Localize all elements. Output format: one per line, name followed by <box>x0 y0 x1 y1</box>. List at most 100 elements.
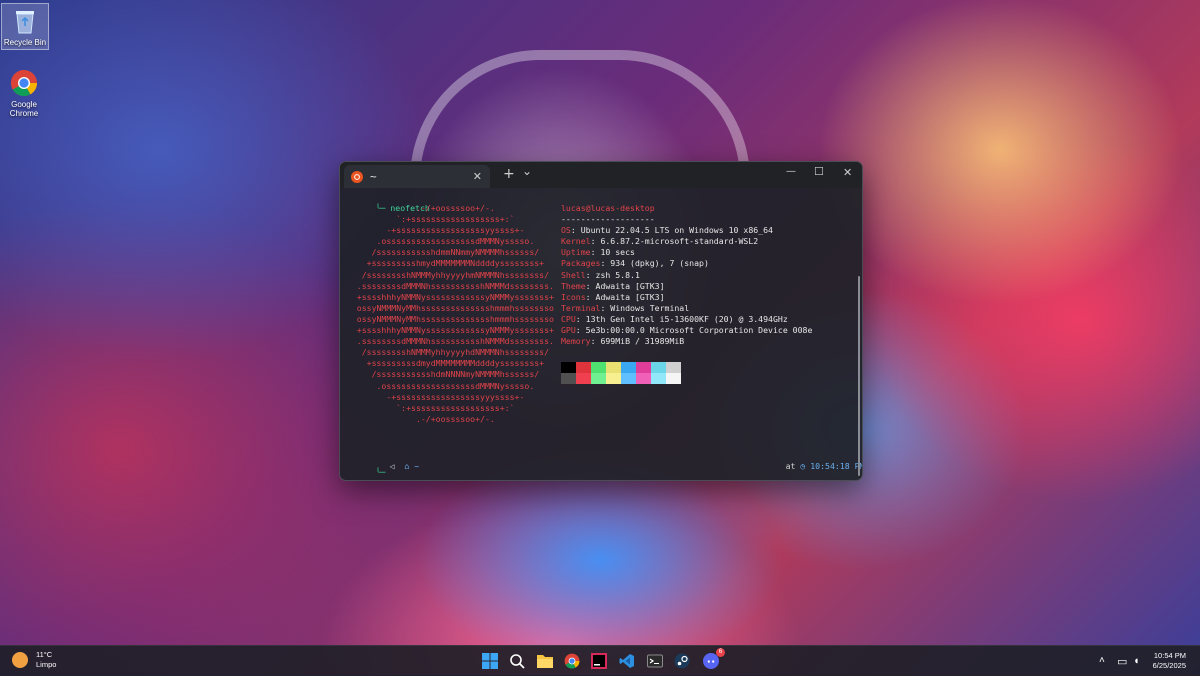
ascii-art-line: `:+ssssssssssssssssss+:` <box>342 402 515 413</box>
ascii-art-line: +sssshhhyNMMNyssssssssssssyNMMMysssssss+ <box>342 291 554 302</box>
info-key: Icons <box>561 291 586 302</box>
weather-widget[interactable]: 11°C Limpo <box>12 650 56 670</box>
vscode-taskbar-button[interactable] <box>618 652 636 670</box>
info-row: Terminal: Windows Terminal <box>561 302 690 313</box>
chrome-taskbar-icon <box>564 653 580 669</box>
color-swatch <box>591 362 606 373</box>
info-key: Theme <box>561 280 586 291</box>
prompt-time: 10:54:18 PM <box>810 461 863 471</box>
info-key: Kernel <box>561 236 591 247</box>
terminal-icon <box>647 654 663 668</box>
tab-close-icon[interactable]: ✕ <box>473 170 482 183</box>
color-swatch <box>621 373 636 384</box>
info-row: Memory: 699MiB / 31989MiB <box>561 336 685 347</box>
color-swatch <box>621 362 636 373</box>
chrome-label: Google Chrome <box>9 100 39 118</box>
system-info: lucas@lucas-desktop ------------------- … <box>561 203 812 347</box>
info-key: OS <box>561 225 571 236</box>
minimize-button[interactable]: — <box>786 166 796 177</box>
info-key: CPU <box>561 313 576 324</box>
volume-icon[interactable]: ◖ <box>1133 655 1140 667</box>
info-row: GPU: 5e3b:00:00.0 Microsoft Corporation … <box>561 325 813 336</box>
color-palette <box>561 362 681 384</box>
desktop-icon-recycle-bin[interactable]: Recycle Bin <box>1 3 49 50</box>
terminal-content[interactable]: ╰─ neofetch .-/+oossssoo+/-. `:+ssssssss… <box>340 188 862 480</box>
chrome-icon <box>9 68 39 98</box>
steam-icon <box>674 653 690 669</box>
ascii-art-line: .ssssssssdMMMNhsssssssssshNMMMdssssssss. <box>342 280 554 291</box>
start-button[interactable] <box>481 652 499 670</box>
recycle-bin-label: Recycle Bin <box>3 38 47 47</box>
ascii-art-line: .ssssssssdMMMNhsssssssssshNMMMdssssssss. <box>342 336 554 347</box>
tray-chevron-icon[interactable]: ˄ <box>1099 655 1105 666</box>
ascii-art-line: /ssssssssssshdmmNNmmyNMMMMhssssss/ <box>342 247 540 258</box>
info-value: 6.6.87.2-microsoft-standard-WSL2 <box>600 236 759 247</box>
search-icon <box>510 654 525 669</box>
ascii-art-line: +ssssssssshmydMMMMMMMNddddyssssssss+ <box>342 258 545 269</box>
ascii-art-line: .ossssssssssssssssssdMMMNysssso. <box>342 236 535 247</box>
separator: ------------------- <box>561 214 655 225</box>
prompt-segment: ◁ ⌂ ~ <box>360 450 420 480</box>
penguin-icon: ◁ <box>389 461 395 471</box>
tab-title: ~ <box>370 170 377 183</box>
prompt-right: at ◷ 10:54:18 PM <box>756 450 863 480</box>
ascii-art-line: /sssssssshNMMMyhhyyyyhdNMMMNhssssssss/ <box>342 347 550 358</box>
search-button[interactable] <box>508 652 526 670</box>
ascii-art-line: /ssssssssssshdmNNNNmyNMMMMhssssss/ <box>342 369 540 380</box>
info-value: 699MiB / 31989MiB <box>600 336 685 347</box>
chrome-taskbar-button[interactable] <box>563 652 581 670</box>
color-swatch <box>606 362 621 373</box>
home-icon: ⌂ <box>404 461 410 471</box>
discord-taskbar-button[interactable]: 6 <box>702 648 725 670</box>
maximize-button[interactable]: ☐ <box>814 165 824 178</box>
info-row: Packages: 934 (dpkg), 7 (snap) <box>561 258 709 269</box>
ascii-art-line: ossyNMMMNyMMhsssssssssssssshmmmhssssssso <box>342 313 554 324</box>
desktop-icon-google-chrome[interactable]: Google Chrome <box>1 66 47 118</box>
info-row: CPU: 13th Gen Intel i5-13600KF (20) @ 3.… <box>561 313 788 324</box>
ascii-art-line: .ossssssssssssssssssdMMMNysssso. <box>342 380 535 391</box>
taskbar-clock[interactable]: 10:54 PM 6/25/2025 <box>1153 651 1186 671</box>
folder-icon <box>537 655 553 668</box>
vscode-icon <box>619 654 634 668</box>
ascii-art-line: .-/+oossssoo+/-. <box>342 203 495 213</box>
terminal-window[interactable]: ~ ✕ + ⌄ — ☐ ✕ ╰─ neofetch .-/+oossssoo+/… <box>339 161 863 481</box>
color-swatch <box>606 373 621 384</box>
ascii-art-line: +sssshhhyNMMNyssssssssssssyNMMMysssssss+ <box>342 325 554 336</box>
new-tab-button[interactable]: + <box>503 166 515 182</box>
terminal-scrollbar[interactable] <box>858 276 860 476</box>
ascii-art-line: ossyNMMMNyMMhsssssssssssssshmmmhssssssso <box>342 302 554 313</box>
info-row: Icons: Adwaita [GTK3] <box>561 291 665 302</box>
info-value: zsh 5.8.1 <box>595 269 640 280</box>
terminal-taskbar-button[interactable] <box>646 652 664 670</box>
ascii-art-line: +sssssssssdmydMMMMMMMMddddyssssssss+ <box>342 358 545 369</box>
ascii-art-line: /sssssssshNMMMyhhyyyyhmNMMMNhssssssss/ <box>342 269 550 280</box>
network-icon[interactable]: ▭ <box>1117 655 1127 668</box>
tab-dropdown-button[interactable]: ⌄ <box>522 164 532 178</box>
info-value: 10 secs <box>600 247 635 258</box>
terminal-tab[interactable]: ~ ✕ <box>344 165 490 188</box>
terminal-titlebar[interactable]: ~ ✕ + ⌄ — ☐ ✕ <box>340 162 862 188</box>
windows-icon <box>482 653 498 669</box>
user-host: lucas@lucas-desktop <box>561 203 655 213</box>
close-button[interactable]: ✕ <box>843 166 852 179</box>
jetbrains-icon <box>591 653 607 669</box>
steam-taskbar-button[interactable] <box>673 652 691 670</box>
info-key: Memory <box>561 336 591 347</box>
clock-time: 10:54 PM <box>1153 651 1186 660</box>
info-key: Shell <box>561 269 586 280</box>
ascii-art-line: .-/+oossssoo+/-. <box>342 413 495 424</box>
color-swatch <box>651 362 666 373</box>
weather-temp: 11°C <box>36 650 53 659</box>
color-swatch <box>636 373 651 384</box>
info-key: GPU <box>561 325 576 336</box>
info-key: Terminal <box>561 302 601 313</box>
ascii-art-line: `:+ssssssssssssssssss+:` <box>342 214 515 225</box>
info-value: 13th Gen Intel i5-13600KF (20) @ 3.494GH… <box>585 313 788 324</box>
jetbrains-taskbar-button[interactable] <box>590 652 608 670</box>
color-swatch <box>591 373 606 384</box>
weather-desc: Limpo <box>36 660 57 669</box>
info-key: Packages <box>561 258 601 269</box>
color-swatch <box>666 373 681 384</box>
ubuntu-icon <box>351 170 363 183</box>
file-explorer-button[interactable] <box>536 652 554 670</box>
